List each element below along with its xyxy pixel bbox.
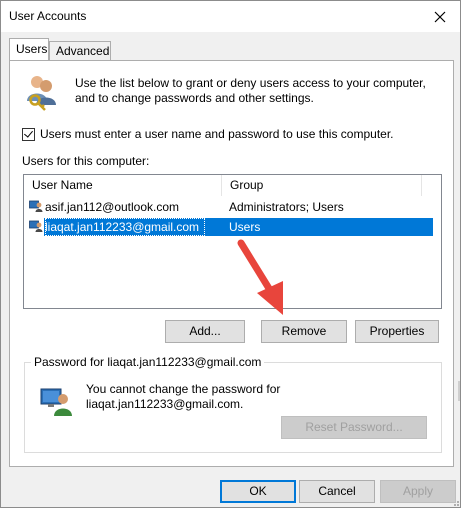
intro-line-2: and to change passwords and other settin… bbox=[75, 91, 314, 105]
users-keys-icon bbox=[24, 73, 60, 114]
ok-button[interactable]: OK bbox=[220, 480, 296, 503]
require-login-label: Users must enter a user name and passwor… bbox=[40, 127, 394, 141]
close-icon bbox=[434, 11, 446, 22]
password-message-line-1: You cannot change the password for bbox=[86, 382, 281, 396]
user-name-cell: asif.jan112@outlook.com bbox=[45, 200, 180, 214]
user-icon bbox=[29, 199, 43, 218]
column-header-group[interactable]: Group bbox=[222, 175, 422, 196]
reset-password-button[interactable]: Reset Password... bbox=[281, 416, 427, 439]
password-message: You cannot change the password for liaqa… bbox=[86, 382, 280, 412]
tab-users[interactable]: Users bbox=[9, 38, 49, 60]
resize-grip-icon[interactable] bbox=[450, 497, 460, 507]
users-list-header: User Name Group bbox=[24, 175, 441, 196]
password-message-line-2: liaqat.jan112233@gmail.com. bbox=[86, 397, 244, 411]
require-login-checkbox[interactable] bbox=[22, 127, 35, 141]
column-header-user-name[interactable]: User Name bbox=[24, 175, 222, 196]
table-row[interactable]: liaqat.jan112233@gmail.com Users bbox=[24, 218, 441, 236]
user-name-cell: liaqat.jan112233@gmail.com bbox=[45, 218, 206, 236]
remove-user-button[interactable]: Remove bbox=[261, 320, 347, 343]
window-title: User Accounts bbox=[9, 9, 87, 23]
apply-button[interactable]: Apply bbox=[380, 480, 456, 503]
password-groupbox: Password for liaqat.jan112233@gmail.com … bbox=[24, 355, 442, 453]
properties-button[interactable]: Properties bbox=[355, 320, 439, 343]
table-row[interactable]: asif.jan112@outlook.com Administrators; … bbox=[24, 198, 441, 216]
red-arrow-annotation bbox=[237, 239, 283, 315]
users-list-label: Users for this computer: bbox=[22, 154, 150, 168]
intro-text: Use the list below to grant or deny user… bbox=[75, 76, 445, 106]
group-cell: Users bbox=[229, 220, 261, 234]
add-user-button[interactable]: Add... bbox=[165, 320, 245, 343]
require-login-row[interactable]: Users must enter a user name and passwor… bbox=[22, 127, 394, 141]
close-button[interactable] bbox=[420, 1, 460, 32]
users-tab-panel: Use the list below to grant or deny user… bbox=[9, 60, 454, 467]
password-groupbox-label: Password for liaqat.jan112233@gmail.com bbox=[31, 355, 265, 369]
group-cell: Administrators; Users bbox=[229, 200, 344, 214]
title-bar: User Accounts bbox=[1, 1, 460, 32]
user-accounts-dialog: User Accounts Users Advanced Use the lis… bbox=[0, 0, 461, 508]
tab-advanced[interactable]: Advanced bbox=[49, 41, 111, 60]
scrollbar-edge bbox=[458, 381, 460, 401]
cancel-button[interactable]: Cancel bbox=[299, 480, 375, 503]
user-icon bbox=[29, 219, 43, 238]
user-computer-icon bbox=[40, 385, 74, 420]
intro-line-1: Use the list below to grant or deny user… bbox=[75, 76, 426, 90]
